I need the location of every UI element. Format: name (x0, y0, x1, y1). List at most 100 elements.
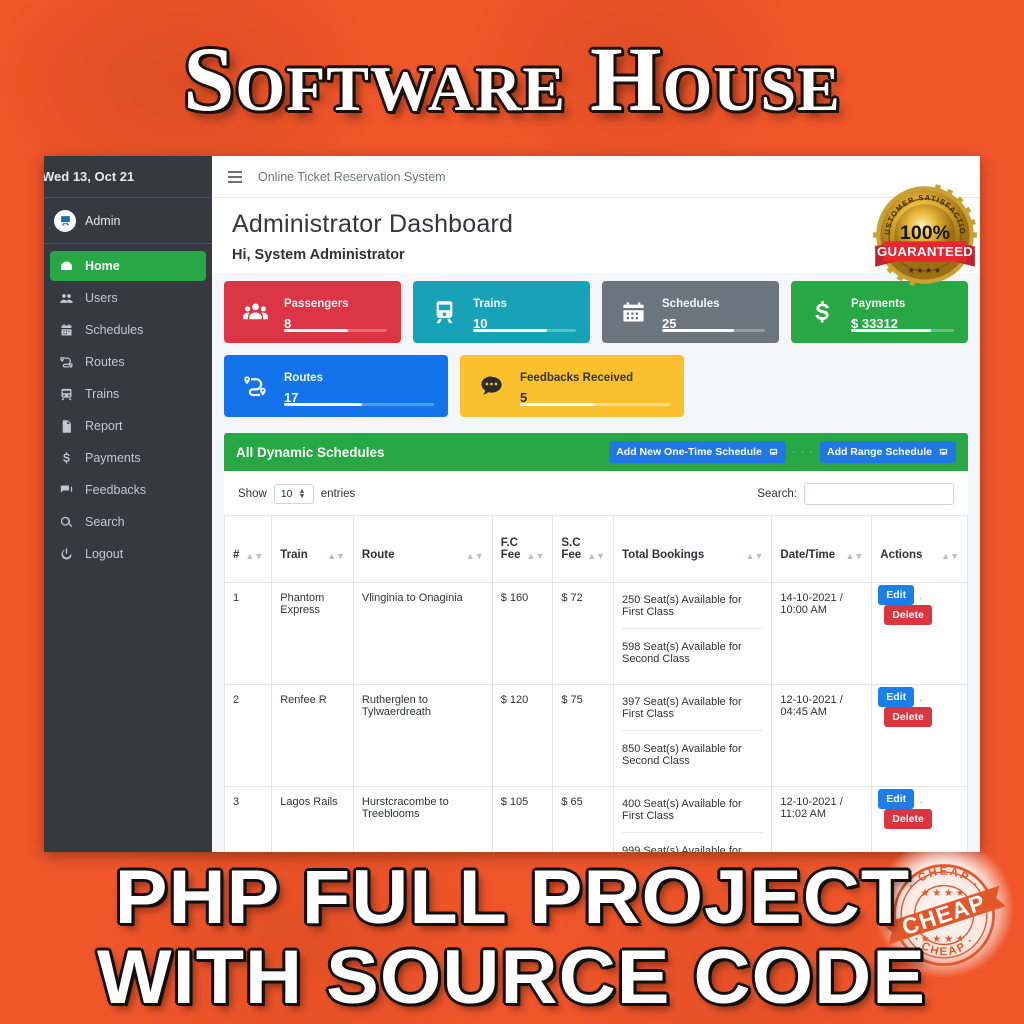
sort-icon: ▲▼ (526, 551, 545, 561)
cell-sc-fee: $ 72 (552, 582, 615, 685)
cell-route: Rutherglen to Tylwaerdreath (352, 684, 493, 787)
page-size-select[interactable]: 10 ▲ ▼ (273, 484, 314, 504)
cell-datetime: 14-10-2021 / 10:00 AM (771, 582, 873, 685)
sidebar-item-home[interactable]: Home (50, 251, 206, 281)
th-label: Date/Time (780, 549, 836, 561)
edit-button[interactable]: Edit (878, 687, 915, 707)
table-tools: Show 10 ▲ ▼ entries Search: (224, 471, 968, 515)
th-sc-fee[interactable]: S.C Fee ▲▼ (552, 515, 615, 583)
sidebar-user[interactable]: Admin (44, 198, 212, 244)
add-range-schedule-button[interactable]: Add Range Schedule (819, 441, 956, 463)
stat-card-routes[interactable]: Routes 17 (224, 355, 448, 417)
sidebar-item-trains[interactable]: Trains (50, 379, 206, 409)
stat-card-schedules[interactable]: Schedules 25 (602, 281, 779, 343)
table-row[interactable]: 2 Renfee R Rutherglen to Tylwaerdreath $… (223, 684, 968, 787)
sort-icon: ▲▼ (941, 551, 959, 561)
cell-train: Lagos Rails (271, 786, 354, 852)
stat-cards-section: Passengers 8 Trains 10 Schedules 25 Paym… (212, 273, 980, 429)
sidebar-item-feedbacks[interactable]: Feedbacks (50, 475, 206, 505)
sidebar-item-label: Schedules (85, 323, 144, 337)
sort-icon: ▲▼ (745, 551, 764, 561)
promo-bottom-line-2: WITH SOURCE CODE (97, 935, 927, 1020)
train-add-icon (769, 448, 778, 455)
th-fc-fee[interactable]: F.C Fee ▲▼ (491, 515, 554, 583)
passengers-icon (238, 299, 272, 326)
delete-button[interactable]: Delete (884, 605, 932, 625)
users-icon (58, 291, 75, 306)
sidebar: Wed 13, Oct 21 Admin Home Users Schedule… (44, 156, 212, 852)
cell-route: Vlinginia to Onaginia (352, 582, 493, 685)
promo-bottom-banner: PHP FULL PROJECT WITH SOURCE CODE (0, 852, 1024, 1024)
table-header-row: # ▲▼ Train ▲▼ Route ▲▼ F.C Fee ▲▼ S.C Fee ▲▼ (223, 515, 968, 583)
th-route[interactable]: Route ▲▼ (352, 515, 493, 583)
edit-button[interactable]: Edit (878, 585, 915, 605)
th-train[interactable]: Train ▲▼ (271, 515, 354, 583)
stat-label: Routes (284, 371, 323, 384)
action-dot: · (919, 695, 923, 706)
th-total-bookings[interactable]: Total Bookings ▲▼ (613, 515, 773, 583)
schedules-table: # ▲▼ Train ▲▼ Route ▲▼ F.C Fee ▲▼ S.C Fee ▲▼ (223, 515, 968, 852)
sidebar-item-routes[interactable]: Routes (50, 347, 206, 377)
th-datetime[interactable]: Date/Time ▲▼ (771, 515, 873, 583)
second-class-seats: 999 Seat(s) Available for (622, 832, 764, 852)
train-icon (58, 387, 75, 402)
cell-index: 2 (223, 684, 273, 787)
calendar-icon (616, 299, 650, 326)
action-dot: · (919, 593, 923, 604)
sidebar-item-report[interactable]: Report (50, 411, 206, 441)
topbar-brand-label: Online Ticket Reservation System (258, 169, 446, 184)
calendar-icon (58, 323, 75, 338)
progress-bar (520, 403, 670, 406)
progress-bar (284, 329, 387, 332)
cell-total-bookings: 397 Seat(s) Available for First Class 85… (613, 684, 773, 787)
th-actions[interactable]: Actions ▲▼ (871, 515, 968, 583)
sidebar-item-payments[interactable]: Payments (50, 443, 206, 473)
report-icon (58, 419, 75, 434)
hamburger-menu-icon[interactable] (228, 170, 242, 183)
sidebar-item-schedules[interactable]: Schedules (50, 315, 206, 345)
cell-index: 3 (223, 786, 273, 852)
add-one-time-schedule-button[interactable]: Add New One-Time Schedule (609, 441, 786, 463)
add-one-time-schedule-label: Add New One-Time Schedule (616, 446, 762, 458)
search-label: Search: (757, 488, 797, 500)
feedback-icon (58, 483, 75, 498)
promo-title: Software House (183, 28, 841, 130)
avatar-icon (54, 209, 76, 232)
page-header: Administrator Dashboard Hi, System Admin… (212, 198, 980, 273)
app-window-screenshot: Wed 13, Oct 21 Admin Home Users Schedule… (44, 156, 980, 852)
th-label: S.C Fee (561, 537, 582, 561)
sidebar-item-label: Routes (85, 355, 125, 369)
show-label: Show (238, 488, 267, 500)
stat-card-trains[interactable]: Trains 10 (413, 281, 590, 343)
cell-train: Phantom Express (271, 582, 354, 685)
search-input[interactable] (804, 483, 954, 505)
cell-train: Renfee R (271, 684, 354, 787)
edit-button[interactable]: Edit (878, 789, 915, 809)
th-label: Train (280, 549, 308, 561)
sidebar-date: Wed 13, Oct 21 (44, 156, 212, 198)
sidebar-item-logout[interactable]: Logout (50, 539, 206, 569)
promo-bottom-line-1: PHP FULL PROJECT (114, 855, 910, 940)
delete-button[interactable]: Delete (884, 707, 932, 727)
table-row[interactable]: 3 Lagos Rails Hurstcracombe to Treebloom… (223, 786, 968, 852)
comment-icon (474, 373, 508, 400)
stat-card-passengers[interactable]: Passengers 8 (224, 281, 401, 343)
sidebar-item-users[interactable]: Users (50, 283, 206, 313)
first-class-seats: 250 Seat(s) Available for First Class (622, 594, 742, 618)
delete-button[interactable]: Delete (884, 809, 932, 829)
action-separator: · · · (791, 446, 814, 458)
cell-fc-fee: $ 120 (491, 684, 554, 787)
sort-icon: ▲▼ (465, 551, 484, 561)
table-body: 1 Phantom Express Vlinginia to Onaginia … (223, 582, 968, 852)
content-area: Online Ticket Reservation System Adminis… (212, 156, 980, 852)
tachometer-icon (58, 259, 75, 274)
sidebar-item-search[interactable]: Search (50, 507, 206, 537)
cell-actions: Edit · Delete (871, 786, 968, 852)
stat-card-feedbacks[interactable]: Feedbacks Received 5 (460, 355, 684, 417)
stat-card-payments[interactable]: Payments $ 33312 (791, 281, 968, 343)
badge-percent: 100% (900, 222, 950, 244)
table-row[interactable]: 1 Phantom Express Vlinginia to Onaginia … (223, 582, 968, 685)
schedules-panel: All Dynamic Schedules Add New One-Time S… (223, 433, 968, 852)
panel-actions: Add New One-Time Schedule · · · Add Rang… (609, 441, 956, 463)
th-index[interactable]: # ▲▼ (223, 515, 273, 583)
